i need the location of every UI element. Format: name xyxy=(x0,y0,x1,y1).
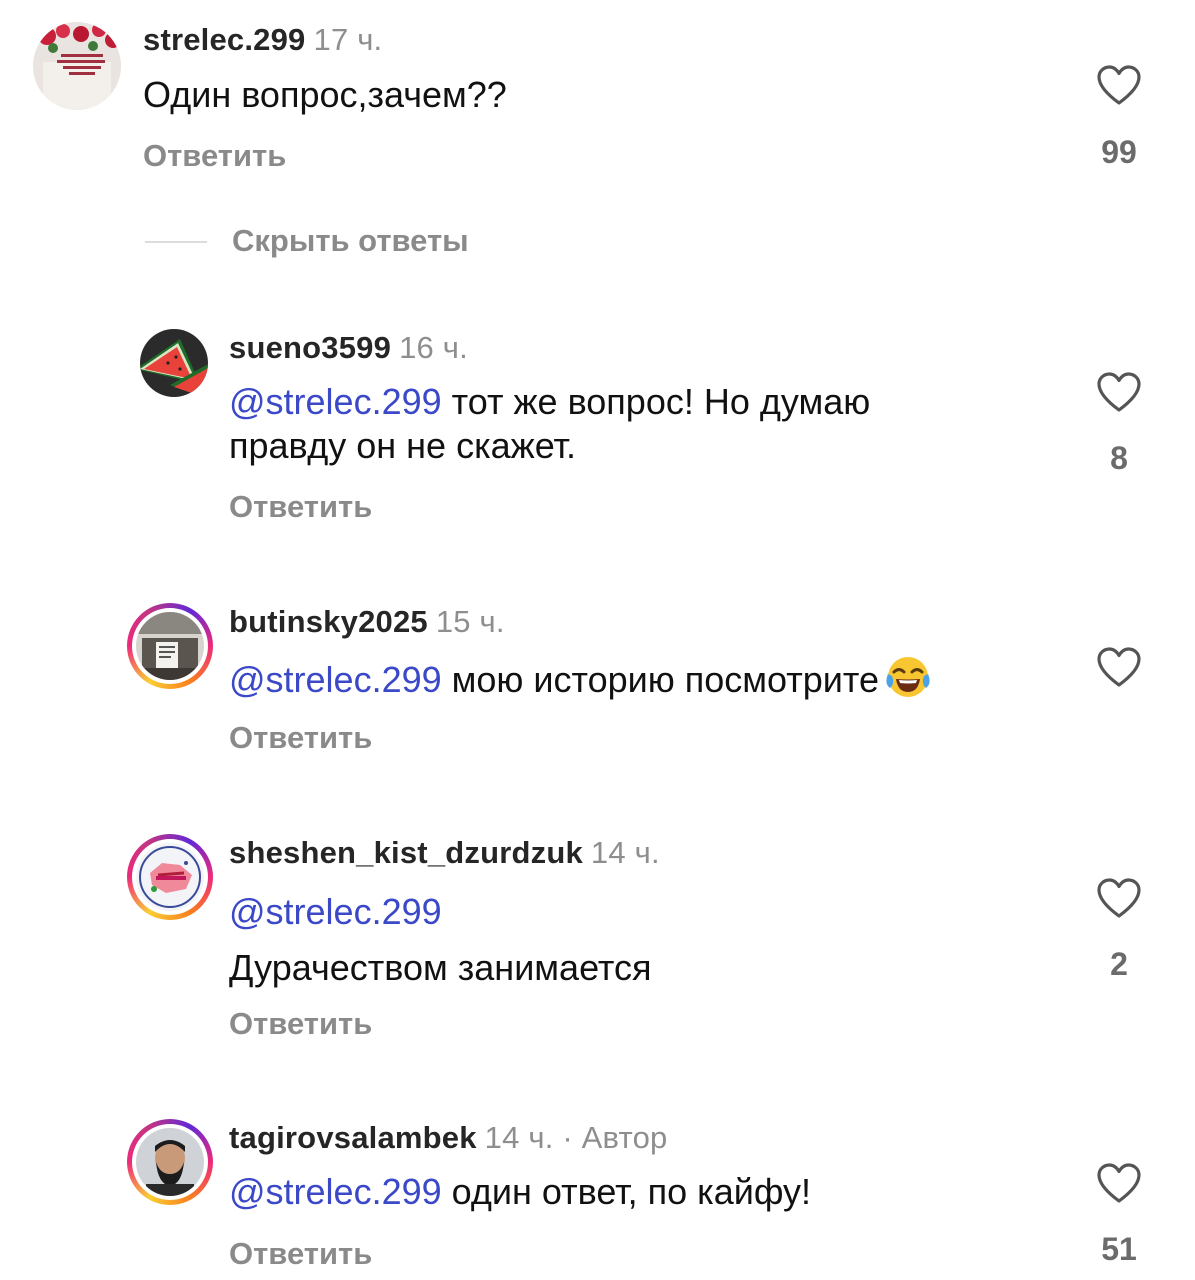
story-ring[interactable] xyxy=(127,1119,213,1205)
reply-button[interactable]: Ответить xyxy=(229,720,372,756)
reply-button[interactable]: Ответить xyxy=(229,1006,372,1042)
timestamp: 14 ч. · Автор xyxy=(484,1120,668,1155)
avatar[interactable] xyxy=(33,22,121,110)
timestamp: 17 ч. xyxy=(313,22,383,57)
comment-text: правду он не скажет. xyxy=(229,425,577,466)
mention-link[interactable]: @strelec.299 xyxy=(229,659,442,700)
heart-icon xyxy=(1097,647,1141,687)
username[interactable]: sueno3599 xyxy=(229,330,391,365)
reply-button[interactable]: Ответить xyxy=(229,1236,372,1272)
username[interactable]: strelec.299 xyxy=(143,22,306,57)
avatar xyxy=(136,843,204,911)
comment-text: мою историю посмотрите xyxy=(441,659,879,700)
heart-icon xyxy=(1097,372,1141,412)
username[interactable]: sheshen_kist_dzurdzuk xyxy=(229,835,583,870)
avatar xyxy=(136,612,204,680)
heart-icon xyxy=(1097,65,1141,105)
heart-icon xyxy=(1097,1163,1141,1203)
divider xyxy=(145,241,207,243)
reply-button[interactable]: Ответить xyxy=(143,138,286,174)
username[interactable]: butinsky2025 xyxy=(229,604,428,639)
like-count: 2 xyxy=(1110,946,1128,982)
like-button[interactable] xyxy=(1094,371,1144,413)
timestamp: 15 ч. xyxy=(435,604,505,639)
story-ring[interactable] xyxy=(127,834,213,920)
like-count: 51 xyxy=(1101,1231,1137,1267)
avatar[interactable] xyxy=(140,329,208,397)
hide-replies-button[interactable]: Скрыть ответы xyxy=(232,223,469,259)
username[interactable]: tagirovsalambek xyxy=(229,1120,477,1155)
avatar xyxy=(136,1128,204,1196)
like-button[interactable] xyxy=(1094,64,1144,106)
mention-link[interactable]: @strelec.299 xyxy=(229,891,442,932)
comment-text: Дурачеством занимается xyxy=(229,947,652,988)
timestamp: 14 ч. xyxy=(590,835,660,870)
comment-text: тот же вопрос! Но думаю xyxy=(441,381,871,422)
like-count: 8 xyxy=(1110,440,1128,476)
mention-link[interactable]: @strelec.299 xyxy=(229,1171,442,1212)
story-ring[interactable] xyxy=(127,603,213,689)
tears-of-joy-emoji-icon xyxy=(886,657,930,697)
heart-icon xyxy=(1097,878,1141,918)
comment-text: один ответ, по кайфу! xyxy=(441,1171,812,1212)
mention-link[interactable]: @strelec.299 xyxy=(229,381,442,422)
like-button[interactable] xyxy=(1094,646,1144,688)
comment-text: Один вопрос,зачем?? xyxy=(143,74,507,115)
like-button[interactable] xyxy=(1094,877,1144,919)
timestamp: 16 ч. xyxy=(399,330,468,365)
reply-button[interactable]: Ответить xyxy=(229,489,372,525)
like-count: 99 xyxy=(1101,134,1137,170)
like-button[interactable] xyxy=(1094,1162,1144,1204)
